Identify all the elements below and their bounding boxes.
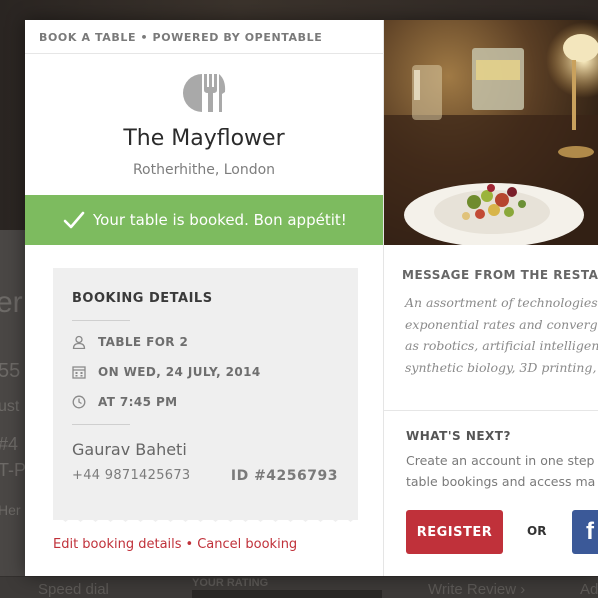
modal-header: BOOK A TABLE • POWERED BY OPENTABLE — [25, 20, 383, 54]
divider — [72, 320, 130, 321]
whats-next-body: Create an account in one step table book… — [406, 450, 595, 492]
table-size: TABLE FOR 2 — [98, 335, 189, 349]
or-label: OR — [527, 524, 547, 538]
background-ad-fragment: Ad — [580, 581, 598, 598]
restaurant-food-photo — [384, 20, 598, 245]
booking-success-banner: Your table is booked. Bon appétit! — [25, 195, 383, 245]
ticket-zigzag-edge — [53, 510, 358, 522]
booking-details-card: BOOKING DETAILS TABLE FOR 2 ON WED, 24 J… — [53, 268, 358, 520]
date-row: ON WED, 24 JULY, 2014 — [72, 365, 261, 379]
booking-actions: Edit booking details • Cancel booking — [53, 537, 297, 552]
facebook-icon: f — [586, 518, 594, 545]
divider — [384, 410, 598, 411]
whats-next-line: table bookings and access ma — [406, 474, 596, 489]
link-separator: • — [185, 537, 194, 552]
cancel-booking-link[interactable]: Cancel booking — [197, 537, 297, 552]
background-text-fragment: 55 — [0, 360, 21, 382]
restaurant-name: The Mayflower — [123, 126, 285, 151]
message-line: exponential rates and convergin — [405, 316, 598, 332]
checkmark-icon — [63, 211, 85, 229]
restaurant-message-title: MESSAGE FROM THE RESTAU — [402, 268, 598, 282]
register-button[interactable]: REGISTER — [406, 510, 503, 554]
calendar-icon — [72, 366, 86, 379]
booking-confirmation-modal: BOOK A TABLE • POWERED BY OPENTABLE The … — [25, 20, 598, 576]
speed-dial-link: Speed dial — [38, 581, 109, 598]
booking-time: AT 7:45 PM — [98, 395, 178, 409]
restaurant-message-body: An assortment of technologies i exponent… — [405, 292, 598, 378]
whats-next-title: WHAT'S NEXT? — [406, 429, 511, 443]
restaurant-location: Rotherhithe, London — [132, 162, 276, 178]
booking-details-title: BOOKING DETAILS — [72, 291, 213, 306]
modal-left-column: BOOK A TABLE • POWERED BY OPENTABLE The … — [25, 20, 383, 576]
guest-name: Gaurav Baheti — [72, 440, 187, 459]
background-text-fragment: Her — [0, 502, 21, 518]
background-heading-fragment: er — [0, 286, 23, 319]
edit-booking-link[interactable]: Edit booking details — [53, 537, 182, 552]
table-size-row: TABLE FOR 2 — [72, 335, 188, 349]
message-line: as robotics, artificial intelligenc — [405, 338, 598, 353]
your-rating-label: YOUR RATING — [192, 577, 269, 589]
divider — [72, 424, 130, 425]
success-message: Your table is booked. Bon appétit! — [93, 211, 347, 229]
write-review-link: Write Review › — [428, 581, 526, 598]
clock-icon — [72, 395, 86, 409]
whats-next-line: Create an account in one step — [406, 453, 595, 468]
message-line: synthetic biology, 3D printing, — [405, 359, 597, 375]
booking-date: ON WED, 24 JULY, 2014 — [98, 365, 261, 379]
background-text-fragment: T-P — [0, 460, 27, 480]
booking-id: ID #4256793 — [230, 468, 338, 484]
facebook-login-button[interactable]: f — [572, 510, 598, 554]
background-text-fragment: #4 — [0, 434, 19, 454]
fork-knife-logo-icon — [180, 70, 226, 116]
message-line: An assortment of technologies i — [405, 295, 598, 310]
background-text-fragment: ust — [0, 398, 20, 415]
modal-right-column: MESSAGE FROM THE RESTAU An assortment of… — [383, 20, 598, 576]
guest-phone: +44 9871425673 — [72, 468, 191, 483]
time-row: AT 7:45 PM — [72, 395, 177, 409]
person-icon — [72, 335, 86, 349]
rating-stars-bar — [192, 590, 382, 598]
